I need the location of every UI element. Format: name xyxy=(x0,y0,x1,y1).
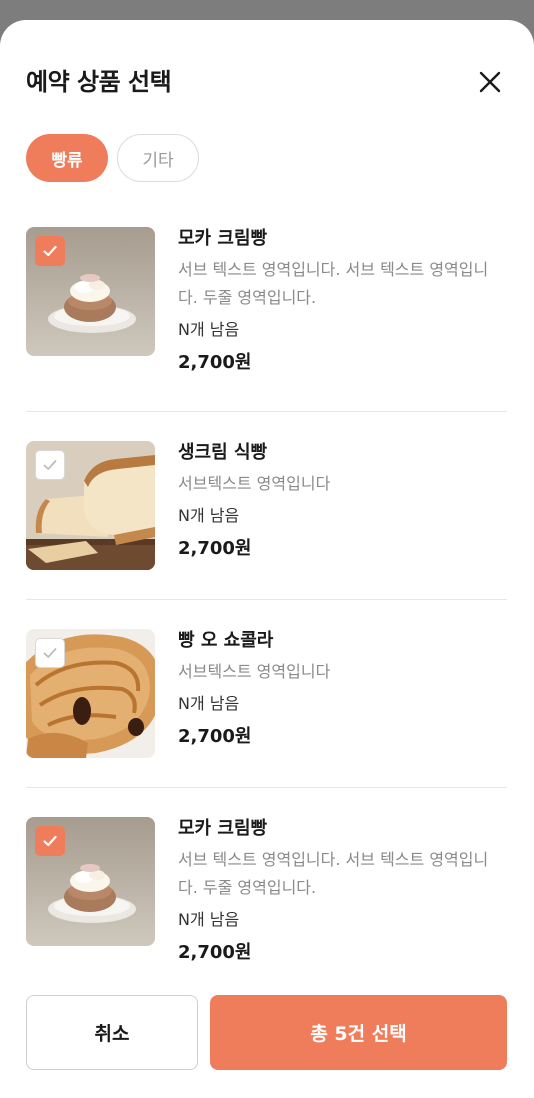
product-price: 2,700원 xyxy=(178,942,252,963)
product-stock: N개 남음 xyxy=(178,320,240,339)
product-stock: N개 남음 xyxy=(178,910,240,929)
list-item[interactable]: 모카 크림빵 서브 텍스트 영역입니다. 서브 텍스트 영역입니다. 두줄 영역… xyxy=(26,788,507,994)
product-subtext: 서브텍스트 영역입니다 xyxy=(178,474,331,493)
product-checkbox[interactable] xyxy=(35,826,65,856)
product-info: 모카 크림빵 서브 텍스트 영역입니다. 서브 텍스트 영역입니다. 두줄 영역… xyxy=(178,815,507,967)
product-image-cream-bun xyxy=(26,227,155,356)
product-image-milk-bread xyxy=(26,441,155,570)
product-name: 생크림 식빵 xyxy=(178,442,268,463)
cancel-button[interactable]: 취소 xyxy=(26,995,198,1070)
bottom-sheet: 예약 상품 선택 빵류 기타 모카 크림빵 서브 텍스트 영역입니다. 서브 텍… xyxy=(0,20,534,1098)
product-checkbox[interactable] xyxy=(35,638,65,668)
list-item[interactable]: 모카 크림빵 서브 텍스트 영역입니다. 서브 텍스트 영역입니다. 두줄 영역… xyxy=(26,206,507,412)
list-item[interactable]: 빵 오 쇼콜라 서브텍스트 영역입니다 N개 남음 2,700원 xyxy=(26,600,507,788)
check-icon xyxy=(43,835,57,847)
product-image-cream-bun xyxy=(26,817,155,946)
product-list[interactable]: 모카 크림빵 서브 텍스트 영역입니다. 서브 텍스트 영역입니다. 두줄 영역… xyxy=(26,206,507,994)
product-stock: N개 남음 xyxy=(178,694,240,713)
check-icon xyxy=(43,245,57,257)
close-button[interactable] xyxy=(478,70,502,94)
category-tabs: 빵류 기타 xyxy=(26,134,199,184)
product-price: 2,700원 xyxy=(178,538,252,559)
product-stock: N개 남음 xyxy=(178,506,240,525)
sheet-header: 예약 상품 선택 xyxy=(26,64,508,104)
product-name: 모카 크림빵 xyxy=(178,228,268,249)
product-price: 2,700원 xyxy=(178,726,252,747)
action-footer: 취소 총 5건 선택 xyxy=(0,974,534,1098)
product-name: 모카 크림빵 xyxy=(178,818,268,839)
product-price: 2,700원 xyxy=(178,352,252,373)
tab-bread[interactable]: 빵류 xyxy=(26,134,108,182)
product-subtext: 서브텍스트 영역입니다 xyxy=(178,662,331,681)
check-icon xyxy=(43,460,57,470)
product-image-pain-au-chocolat xyxy=(26,629,155,758)
close-icon xyxy=(479,71,501,93)
product-checkbox[interactable] xyxy=(35,236,65,266)
product-info: 모카 크림빵 서브 텍스트 영역입니다. 서브 텍스트 영역입니다. 두줄 영역… xyxy=(178,225,507,377)
product-info: 빵 오 쇼콜라 서브텍스트 영역입니다 N개 남음 2,700원 xyxy=(178,627,507,751)
product-name: 빵 오 쇼콜라 xyxy=(178,630,274,651)
product-info: 생크림 식빵 서브텍스트 영역입니다 N개 남음 2,700원 xyxy=(178,439,507,563)
confirm-selection-button[interactable]: 총 5건 선택 xyxy=(210,995,507,1070)
check-icon xyxy=(43,648,57,658)
sheet-title: 예약 상품 선택 xyxy=(26,68,172,96)
product-subtext: 서브 텍스트 영역입니다. 서브 텍스트 영역입니다. 두줄 영역입니다. xyxy=(178,260,489,307)
product-checkbox[interactable] xyxy=(35,450,65,480)
product-subtext: 서브 텍스트 영역입니다. 서브 텍스트 영역입니다. 두줄 영역입니다. xyxy=(178,850,489,897)
list-item[interactable]: 생크림 식빵 서브텍스트 영역입니다 N개 남음 2,700원 xyxy=(26,412,507,600)
tab-etc[interactable]: 기타 xyxy=(117,134,199,182)
